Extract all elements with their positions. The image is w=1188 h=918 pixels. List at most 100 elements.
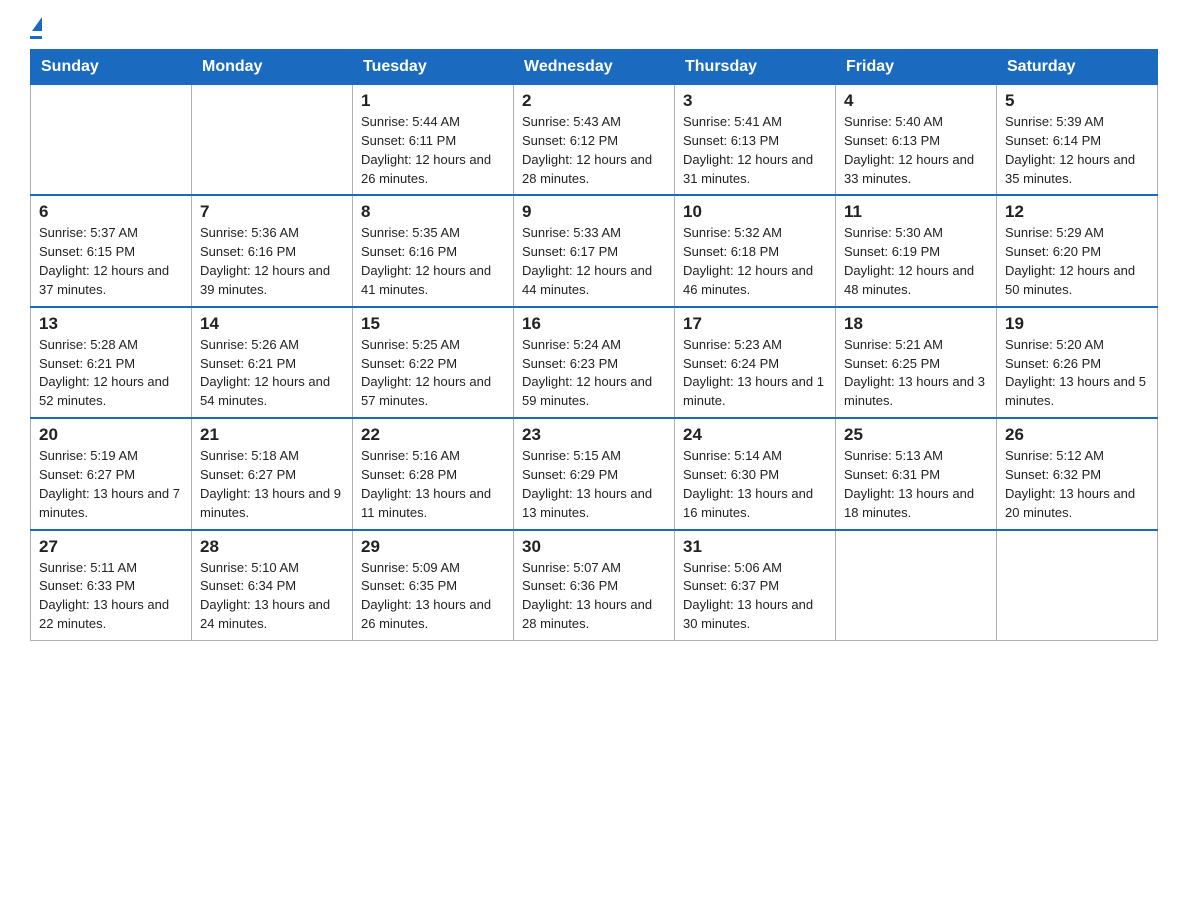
day-info: Sunrise: 5:33 AM Sunset: 6:17 PM Dayligh…: [522, 224, 666, 299]
calendar-cell: 1Sunrise: 5:44 AM Sunset: 6:11 PM Daylig…: [353, 85, 514, 196]
day-info: Sunrise: 5:11 AM Sunset: 6:33 PM Dayligh…: [39, 559, 183, 634]
calendar-cell: 24Sunrise: 5:14 AM Sunset: 6:30 PM Dayli…: [675, 418, 836, 529]
calendar-cell: 10Sunrise: 5:32 AM Sunset: 6:18 PM Dayli…: [675, 195, 836, 306]
calendar-cell: 23Sunrise: 5:15 AM Sunset: 6:29 PM Dayli…: [514, 418, 675, 529]
day-number: 13: [39, 314, 183, 334]
calendar-cell: 13Sunrise: 5:28 AM Sunset: 6:21 PM Dayli…: [31, 307, 192, 418]
day-number: 11: [844, 202, 988, 222]
day-number: 24: [683, 425, 827, 445]
calendar-cell: 7Sunrise: 5:36 AM Sunset: 6:16 PM Daylig…: [192, 195, 353, 306]
calendar-cell: 27Sunrise: 5:11 AM Sunset: 6:33 PM Dayli…: [31, 530, 192, 641]
day-number: 6: [39, 202, 183, 222]
day-info: Sunrise: 5:44 AM Sunset: 6:11 PM Dayligh…: [361, 113, 505, 188]
day-info: Sunrise: 5:19 AM Sunset: 6:27 PM Dayligh…: [39, 447, 183, 522]
day-info: Sunrise: 5:13 AM Sunset: 6:31 PM Dayligh…: [844, 447, 988, 522]
calendar-cell: 22Sunrise: 5:16 AM Sunset: 6:28 PM Dayli…: [353, 418, 514, 529]
day-number: 18: [844, 314, 988, 334]
calendar-cell: 8Sunrise: 5:35 AM Sunset: 6:16 PM Daylig…: [353, 195, 514, 306]
day-info: Sunrise: 5:28 AM Sunset: 6:21 PM Dayligh…: [39, 336, 183, 411]
calendar-cell: 16Sunrise: 5:24 AM Sunset: 6:23 PM Dayli…: [514, 307, 675, 418]
day-number: 20: [39, 425, 183, 445]
day-number: 26: [1005, 425, 1149, 445]
day-info: Sunrise: 5:12 AM Sunset: 6:32 PM Dayligh…: [1005, 447, 1149, 522]
calendar-cell: 14Sunrise: 5:26 AM Sunset: 6:21 PM Dayli…: [192, 307, 353, 418]
calendar-cell: 2Sunrise: 5:43 AM Sunset: 6:12 PM Daylig…: [514, 85, 675, 196]
calendar-cell: 12Sunrise: 5:29 AM Sunset: 6:20 PM Dayli…: [997, 195, 1158, 306]
col-header-saturday: Saturday: [997, 50, 1158, 85]
day-info: Sunrise: 5:10 AM Sunset: 6:34 PM Dayligh…: [200, 559, 344, 634]
day-number: 29: [361, 537, 505, 557]
day-info: Sunrise: 5:20 AM Sunset: 6:26 PM Dayligh…: [1005, 336, 1149, 411]
day-number: 17: [683, 314, 827, 334]
day-number: 28: [200, 537, 344, 557]
day-number: 27: [39, 537, 183, 557]
logo-underline: [30, 36, 42, 39]
calendar-table: SundayMondayTuesdayWednesdayThursdayFrid…: [30, 49, 1158, 641]
day-number: 15: [361, 314, 505, 334]
calendar-cell: 3Sunrise: 5:41 AM Sunset: 6:13 PM Daylig…: [675, 85, 836, 196]
col-header-sunday: Sunday: [31, 50, 192, 85]
day-info: Sunrise: 5:06 AM Sunset: 6:37 PM Dayligh…: [683, 559, 827, 634]
calendar-cell: 6Sunrise: 5:37 AM Sunset: 6:15 PM Daylig…: [31, 195, 192, 306]
day-info: Sunrise: 5:30 AM Sunset: 6:19 PM Dayligh…: [844, 224, 988, 299]
day-info: Sunrise: 5:40 AM Sunset: 6:13 PM Dayligh…: [844, 113, 988, 188]
day-number: 3: [683, 91, 827, 111]
day-info: Sunrise: 5:25 AM Sunset: 6:22 PM Dayligh…: [361, 336, 505, 411]
day-info: Sunrise: 5:41 AM Sunset: 6:13 PM Dayligh…: [683, 113, 827, 188]
calendar-week-row: 1Sunrise: 5:44 AM Sunset: 6:11 PM Daylig…: [31, 85, 1158, 196]
calendar-cell: 31Sunrise: 5:06 AM Sunset: 6:37 PM Dayli…: [675, 530, 836, 641]
day-info: Sunrise: 5:07 AM Sunset: 6:36 PM Dayligh…: [522, 559, 666, 634]
calendar-cell: 30Sunrise: 5:07 AM Sunset: 6:36 PM Dayli…: [514, 530, 675, 641]
calendar-cell: 17Sunrise: 5:23 AM Sunset: 6:24 PM Dayli…: [675, 307, 836, 418]
day-info: Sunrise: 5:16 AM Sunset: 6:28 PM Dayligh…: [361, 447, 505, 522]
calendar-cell: 18Sunrise: 5:21 AM Sunset: 6:25 PM Dayli…: [836, 307, 997, 418]
day-info: Sunrise: 5:14 AM Sunset: 6:30 PM Dayligh…: [683, 447, 827, 522]
day-number: 19: [1005, 314, 1149, 334]
day-number: 9: [522, 202, 666, 222]
day-number: 4: [844, 91, 988, 111]
calendar-cell: 28Sunrise: 5:10 AM Sunset: 6:34 PM Dayli…: [192, 530, 353, 641]
logo: [30, 20, 42, 39]
calendar-cell: 20Sunrise: 5:19 AM Sunset: 6:27 PM Dayli…: [31, 418, 192, 529]
calendar-cell: [192, 85, 353, 196]
col-header-tuesday: Tuesday: [353, 50, 514, 85]
day-number: 10: [683, 202, 827, 222]
day-number: 25: [844, 425, 988, 445]
day-number: 8: [361, 202, 505, 222]
day-info: Sunrise: 5:09 AM Sunset: 6:35 PM Dayligh…: [361, 559, 505, 634]
calendar-week-row: 6Sunrise: 5:37 AM Sunset: 6:15 PM Daylig…: [31, 195, 1158, 306]
day-number: 7: [200, 202, 344, 222]
col-header-wednesday: Wednesday: [514, 50, 675, 85]
day-info: Sunrise: 5:36 AM Sunset: 6:16 PM Dayligh…: [200, 224, 344, 299]
calendar-cell: 26Sunrise: 5:12 AM Sunset: 6:32 PM Dayli…: [997, 418, 1158, 529]
day-info: Sunrise: 5:43 AM Sunset: 6:12 PM Dayligh…: [522, 113, 666, 188]
day-info: Sunrise: 5:35 AM Sunset: 6:16 PM Dayligh…: [361, 224, 505, 299]
col-header-friday: Friday: [836, 50, 997, 85]
day-info: Sunrise: 5:29 AM Sunset: 6:20 PM Dayligh…: [1005, 224, 1149, 299]
day-info: Sunrise: 5:26 AM Sunset: 6:21 PM Dayligh…: [200, 336, 344, 411]
day-number: 22: [361, 425, 505, 445]
page-header: [30, 20, 1158, 39]
day-number: 1: [361, 91, 505, 111]
day-number: 30: [522, 537, 666, 557]
calendar-cell: 5Sunrise: 5:39 AM Sunset: 6:14 PM Daylig…: [997, 85, 1158, 196]
calendar-cell: 9Sunrise: 5:33 AM Sunset: 6:17 PM Daylig…: [514, 195, 675, 306]
calendar-header-row: SundayMondayTuesdayWednesdayThursdayFrid…: [31, 50, 1158, 85]
day-number: 16: [522, 314, 666, 334]
day-info: Sunrise: 5:37 AM Sunset: 6:15 PM Dayligh…: [39, 224, 183, 299]
calendar-week-row: 13Sunrise: 5:28 AM Sunset: 6:21 PM Dayli…: [31, 307, 1158, 418]
day-info: Sunrise: 5:39 AM Sunset: 6:14 PM Dayligh…: [1005, 113, 1149, 188]
day-number: 5: [1005, 91, 1149, 111]
col-header-monday: Monday: [192, 50, 353, 85]
calendar-cell: [31, 85, 192, 196]
logo-triangle-icon: [32, 17, 42, 31]
calendar-cell: [836, 530, 997, 641]
calendar-cell: 19Sunrise: 5:20 AM Sunset: 6:26 PM Dayli…: [997, 307, 1158, 418]
day-number: 31: [683, 537, 827, 557]
calendar-week-row: 27Sunrise: 5:11 AM Sunset: 6:33 PM Dayli…: [31, 530, 1158, 641]
day-number: 23: [522, 425, 666, 445]
calendar-cell: [997, 530, 1158, 641]
calendar-week-row: 20Sunrise: 5:19 AM Sunset: 6:27 PM Dayli…: [31, 418, 1158, 529]
day-info: Sunrise: 5:24 AM Sunset: 6:23 PM Dayligh…: [522, 336, 666, 411]
calendar-cell: 15Sunrise: 5:25 AM Sunset: 6:22 PM Dayli…: [353, 307, 514, 418]
